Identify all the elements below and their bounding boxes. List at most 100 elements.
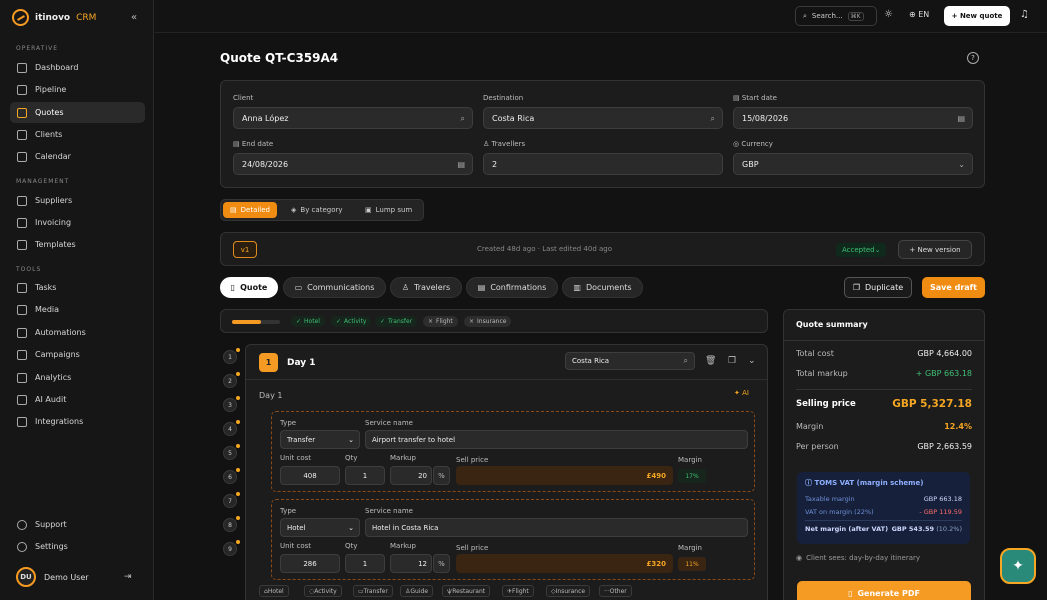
add-guide-button[interactable]: ♙ Guide xyxy=(400,585,434,597)
document-icon: ▯ xyxy=(230,283,236,292)
chip-transfer[interactable]: ✓ Transfer xyxy=(375,316,418,327)
add-activity-button[interactable]: ◌ Activity xyxy=(304,585,342,597)
day-rail-item[interactable]: 4 xyxy=(223,420,240,436)
day-location-input[interactable]: Costa Rica ⌕ xyxy=(565,352,695,370)
duplicate-button[interactable]: ❐ Duplicate xyxy=(844,277,912,298)
tab-label: Communications xyxy=(307,283,375,292)
chip-label: Transfer xyxy=(388,318,413,325)
new-quote-button[interactable]: + New quote xyxy=(944,6,1010,26)
status-badge[interactable]: Accepted ⌄ xyxy=(836,243,887,257)
sidebar-item-pipeline[interactable]: Pipeline xyxy=(10,79,145,100)
service-type-select[interactable]: Hotel ⌄ xyxy=(280,518,360,537)
end-date-input[interactable]: 24/08/2026 ▤ xyxy=(233,153,473,175)
trash-icon[interactable]: 🗑 xyxy=(705,356,716,366)
day-rail-item[interactable]: 8 xyxy=(223,516,240,532)
generate-pdf-button[interactable]: ▯ Generate PDF xyxy=(797,581,971,600)
sidebar-item-tasks[interactable]: Tasks xyxy=(10,277,145,298)
day-rail-item[interactable]: 6 xyxy=(223,468,240,484)
day-rail-item[interactable]: 5 xyxy=(223,444,240,460)
add-transfer-button[interactable]: ▭ Transfer xyxy=(353,585,393,597)
sidebar-item-support[interactable]: Support xyxy=(10,514,145,535)
help-icon[interactable]: ? xyxy=(967,52,979,64)
tab-confirmations[interactable]: ▤ Confirmations xyxy=(466,277,558,298)
add-restaurant-button[interactable]: ѱ Restaurant xyxy=(442,585,491,597)
percent-unit: % xyxy=(433,554,450,573)
markup-input[interactable]: 12 xyxy=(390,554,432,573)
ai-assistant-button[interactable]: ✦ xyxy=(1000,548,1036,584)
summary-row-selling-price: Selling price GBP 5,327.18 xyxy=(796,398,972,410)
start-date-input[interactable]: 15/08/2026 ▤ xyxy=(733,107,973,129)
search-button[interactable]: ⌕ Search... ⌘K xyxy=(795,6,877,26)
language-selector[interactable]: ⊕ EN xyxy=(909,10,929,19)
tab-documents[interactable]: ▥ Documents xyxy=(562,277,643,298)
tab-communications[interactable]: ▭ Communications xyxy=(283,277,386,298)
day-rail-item[interactable]: 2 xyxy=(223,372,240,388)
view-detailed-button[interactable]: ▤ Detailed xyxy=(223,202,277,218)
brand[interactable]: itinovo CRM xyxy=(12,9,96,26)
day-title[interactable]: Day 1 xyxy=(287,358,316,368)
service-row: Type Service name Hotel ⌄ Hotel in Costa … xyxy=(271,499,755,580)
service-type-select[interactable]: Transfer ⌄ xyxy=(280,430,360,449)
day-rail-item[interactable]: 9 xyxy=(223,540,240,556)
sidebar-item-clients[interactable]: Clients xyxy=(10,124,145,145)
chevron-down-icon[interactable]: ⌄ xyxy=(748,356,756,366)
markup-input[interactable]: 20 xyxy=(390,466,432,485)
sidebar-item-calendar[interactable]: Calendar xyxy=(10,146,145,167)
chip-insurance[interactable]: × Insurance xyxy=(464,316,512,327)
qty-input[interactable]: 1 xyxy=(345,554,385,573)
qty-input[interactable]: 1 xyxy=(345,466,385,485)
tab-quote[interactable]: ▯ Quote xyxy=(220,277,278,298)
sidebar-item-campaigns[interactable]: Campaigns xyxy=(10,344,145,365)
bell-icon[interactable]: ♫ xyxy=(1020,9,1029,20)
save-draft-button[interactable]: Save draft xyxy=(922,277,985,298)
travellers-input[interactable]: 2 xyxy=(483,153,723,175)
view-lump-sum-button[interactable]: ▣ Lump sum xyxy=(358,202,419,218)
user-menu[interactable]: DU Demo User xyxy=(16,567,89,587)
new-version-button[interactable]: + New version xyxy=(898,240,972,259)
day-rail-item[interactable]: 7 xyxy=(223,492,240,508)
sidebar-item-label: Invoicing xyxy=(35,218,72,227)
unit-cost-input[interactable]: 408 xyxy=(280,466,340,485)
destination-input[interactable]: Costa Rica ⌕ xyxy=(483,107,723,129)
ai-button[interactable]: ✦ AI xyxy=(734,389,749,397)
day-rail-item[interactable]: 3 xyxy=(223,396,240,412)
sidebar-item-ai-audit[interactable]: AI Audit xyxy=(10,389,145,410)
sidebar-item-label: Clients xyxy=(35,130,63,139)
client-input[interactable]: Anna López ⌕ xyxy=(233,107,473,129)
view-by-category-button[interactable]: ◈ By category xyxy=(284,202,350,218)
collapse-sidebar-icon[interactable]: « xyxy=(131,12,137,23)
chip-activity[interactable]: ✓ Activity xyxy=(331,316,372,327)
add-hotel-button[interactable]: ⌂ Hotel xyxy=(259,585,289,597)
row-value: 12.4% xyxy=(944,422,972,431)
sidebar-item-templates[interactable]: Templates xyxy=(10,234,145,255)
unit-cost-input[interactable]: 286 xyxy=(280,554,340,573)
logout-icon[interactable]: ⇥ xyxy=(124,572,132,582)
sidebar-item-integrations[interactable]: Integrations xyxy=(10,411,145,432)
chip-flight[interactable]: × Flight xyxy=(423,316,458,327)
chip-label: Flight xyxy=(436,318,453,325)
sidebar-item-media[interactable]: Media xyxy=(10,299,145,320)
client-sees-note: ◉ Client sees: day-by-day itinerary xyxy=(796,554,972,562)
sidebar-item-quotes[interactable]: Quotes xyxy=(10,102,145,123)
day-rail-item[interactable]: 1 xyxy=(223,348,240,364)
service-name-input[interactable]: Airport transfer to hotel xyxy=(365,430,748,449)
row-label: Per person xyxy=(796,442,839,451)
divider xyxy=(805,520,962,521)
start-date-value: 15/08/2026 xyxy=(742,113,789,123)
version-tag[interactable]: v1 xyxy=(233,241,257,258)
chip-hotel[interactable]: ✓ Hotel xyxy=(291,316,325,327)
copy-icon[interactable]: ❐ xyxy=(728,356,736,366)
sidebar-item-settings[interactable]: Settings xyxy=(10,536,145,557)
service-name-input[interactable]: Hotel in Costa Rica xyxy=(365,518,748,537)
sidebar-item-analytics[interactable]: Analytics xyxy=(10,367,145,388)
theme-toggle-icon[interactable]: ☼ xyxy=(884,9,893,20)
sidebar-item-automations[interactable]: Automations xyxy=(10,322,145,343)
sidebar-item-invoicing[interactable]: Invoicing xyxy=(10,212,145,233)
add-insurance-button[interactable]: ◇ Insurance xyxy=(546,585,591,597)
add-other-button[interactable]: ··· Other xyxy=(599,585,632,597)
currency-select[interactable]: GBP ⌄ xyxy=(733,153,973,175)
sidebar-item-dashboard[interactable]: Dashboard xyxy=(10,57,145,78)
sidebar-item-suppliers[interactable]: Suppliers xyxy=(10,190,145,211)
add-flight-button[interactable]: ✈ Flight xyxy=(502,585,534,597)
tab-travelers[interactable]: ♙ Travelers xyxy=(390,277,462,298)
